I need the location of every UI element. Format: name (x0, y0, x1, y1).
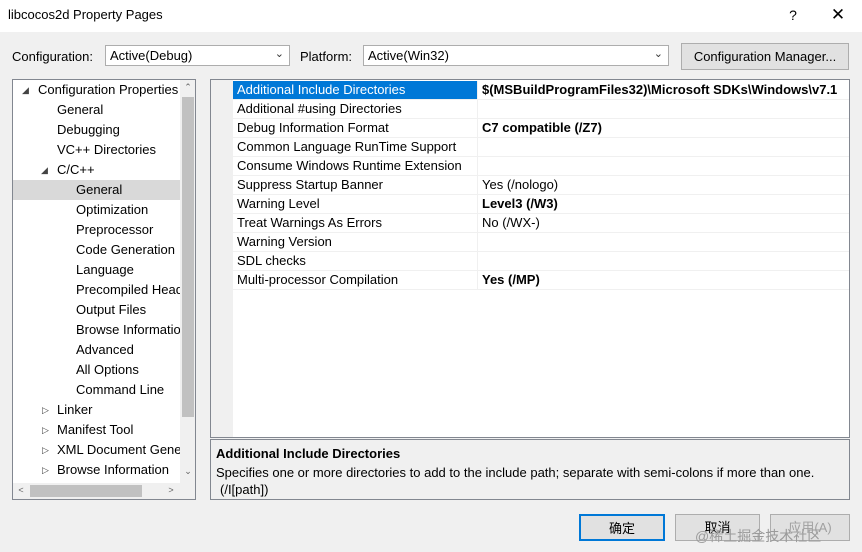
expanded-triangle-icon[interactable]: ◢ (41, 165, 48, 176)
property-value[interactable]: C7 compatible (/Z7) (479, 119, 849, 137)
property-row[interactable]: Treat Warnings As Errors No (/WX-) (233, 214, 849, 233)
platform-value: Active(Win32) (368, 48, 449, 63)
configuration-value: Active(Debug) (110, 48, 193, 63)
property-row[interactable]: Consume Windows Runtime Extension (233, 157, 849, 176)
property-value[interactable] (479, 138, 849, 156)
description-title: Additional Include Directories (216, 446, 401, 461)
collapsed-triangle-icon[interactable]: ▷ (42, 465, 49, 476)
property-name[interactable]: Debug Information Format (233, 119, 478, 137)
property-row[interactable]: Common Language RunTime Support (233, 138, 849, 157)
ok-button[interactable]: 确定 (579, 514, 665, 541)
tree-item-cpp-general: General (76, 182, 123, 197)
collapsed-triangle-icon[interactable]: ▷ (42, 445, 49, 456)
property-row[interactable]: SDL checks (233, 252, 849, 271)
tree-item-precompiled-headers[interactable]: Precompiled Heade (76, 280, 190, 300)
tree-item-manifest-tool[interactable]: Manifest Tool (57, 420, 133, 440)
property-value[interactable]: Level3 (/W3) (479, 195, 849, 213)
scroll-up-icon[interactable]: ⌃ (180, 82, 195, 93)
tree-item-selected-row[interactable]: General (13, 180, 180, 200)
property-value[interactable]: Yes (/nologo) (479, 176, 849, 194)
property-value[interactable]: $(MSBuildProgramFiles32)\Microsoft SDKs\… (479, 81, 849, 99)
configuration-label: Configuration: (12, 49, 93, 64)
property-row[interactable]: Debug Information Format C7 compatible (… (233, 119, 849, 138)
tree-item-linker[interactable]: Linker (57, 400, 92, 420)
close-button[interactable]: ✕ (826, 4, 850, 26)
property-row[interactable]: Additional Include Directories $(MSBuild… (233, 81, 849, 100)
tree-item-language[interactable]: Language (76, 260, 134, 280)
property-value[interactable]: Yes (/MP) (479, 271, 849, 289)
tree-item-general[interactable]: General (57, 100, 103, 120)
configuration-manager-button[interactable]: Configuration Manager... (681, 43, 849, 70)
help-button[interactable]: ? (781, 4, 805, 26)
tree-vertical-scroll-thumb[interactable] (182, 97, 194, 417)
description-switch: (/I[path]) (220, 482, 269, 497)
chevron-down-icon: ⌄ (274, 48, 284, 60)
property-grid[interactable]: Additional Include Directories $(MSBuild… (210, 79, 850, 438)
description-text: Specifies one or more directories to add… (216, 465, 815, 480)
property-name[interactable]: Treat Warnings As Errors (233, 214, 478, 232)
tree-item-command-line[interactable]: Command Line (76, 380, 164, 400)
property-name[interactable]: Warning Level (233, 195, 478, 213)
tree-item-advanced[interactable]: Advanced (76, 340, 134, 360)
tree-item-optimization[interactable]: Optimization (76, 200, 148, 220)
configuration-dropdown[interactable]: Active(Debug) ⌄ (105, 45, 290, 66)
tree-vertical-scrollbar[interactable]: ⌃ ⌄ (180, 80, 195, 483)
property-value[interactable] (479, 157, 849, 175)
property-value[interactable] (479, 233, 849, 251)
tree-item-browse-information-cpp[interactable]: Browse Informatio (76, 320, 181, 340)
tree-item-debugging[interactable]: Debugging (57, 120, 120, 140)
tree-item-browse-information[interactable]: Browse Information (57, 460, 169, 480)
tree-item-code-generation[interactable]: Code Generation (76, 240, 175, 260)
property-value[interactable]: No (/WX-) (479, 214, 849, 232)
tree-horizontal-scroll-thumb[interactable] (30, 485, 142, 497)
tree-item-xml-document-generator[interactable]: XML Document Gene (57, 440, 182, 460)
tree-horizontal-scrollbar[interactable]: < > (13, 483, 180, 499)
property-value[interactable] (479, 252, 849, 270)
scroll-down-icon[interactable]: ⌄ (180, 466, 195, 477)
tree-item-vc-directories[interactable]: VC++ Directories (57, 140, 156, 160)
scrollbar-corner (180, 483, 195, 499)
platform-label: Platform: (300, 49, 353, 64)
tree-item-c-cpp[interactable]: C/C++ (57, 160, 95, 180)
property-name[interactable]: Additional #using Directories (233, 100, 478, 118)
property-row[interactable]: Warning Version (233, 233, 849, 252)
title-bar: libcocos2d Property Pages ? ✕ (0, 0, 862, 32)
property-name[interactable]: Common Language RunTime Support (233, 138, 478, 156)
grid-margin (211, 80, 233, 437)
property-name[interactable]: Warning Version (233, 233, 478, 251)
description-panel: Additional Include Directories Specifies… (210, 439, 850, 500)
property-name[interactable]: Multi-processor Compilation (233, 271, 478, 289)
collapsed-triangle-icon[interactable]: ▷ (42, 405, 49, 416)
window-title: libcocos2d Property Pages (8, 7, 163, 22)
watermark: @稀土掘金技术社区 (695, 528, 822, 544)
tree-item-configuration-properties[interactable]: Configuration Properties (38, 80, 178, 100)
property-tree[interactable]: ◢ Configuration Properties General Debug… (12, 79, 196, 500)
property-name[interactable]: Consume Windows Runtime Extension (233, 157, 478, 175)
property-row[interactable]: Multi-processor Compilation Yes (/MP) (233, 271, 849, 290)
platform-dropdown[interactable]: Active(Win32) ⌄ (363, 45, 669, 66)
expanded-triangle-icon[interactable]: ◢ (22, 85, 29, 96)
property-row[interactable]: Warning Level Level3 (/W3) (233, 195, 849, 214)
chevron-down-icon: ⌄ (653, 48, 663, 60)
scroll-left-icon[interactable]: < (13, 485, 29, 495)
scroll-right-icon[interactable]: > (163, 485, 179, 495)
property-row[interactable]: Suppress Startup Banner Yes (/nologo) (233, 176, 849, 195)
tree-item-preprocessor[interactable]: Preprocessor (76, 220, 153, 240)
collapsed-triangle-icon[interactable]: ▷ (42, 425, 49, 436)
property-name[interactable]: SDL checks (233, 252, 478, 270)
property-name[interactable]: Additional Include Directories (233, 81, 478, 99)
property-value[interactable] (479, 100, 849, 118)
property-name[interactable]: Suppress Startup Banner (233, 176, 478, 194)
tree-item-all-options[interactable]: All Options (76, 360, 139, 380)
tree-item-output-files[interactable]: Output Files (76, 300, 146, 320)
property-row[interactable]: Additional #using Directories (233, 100, 849, 119)
